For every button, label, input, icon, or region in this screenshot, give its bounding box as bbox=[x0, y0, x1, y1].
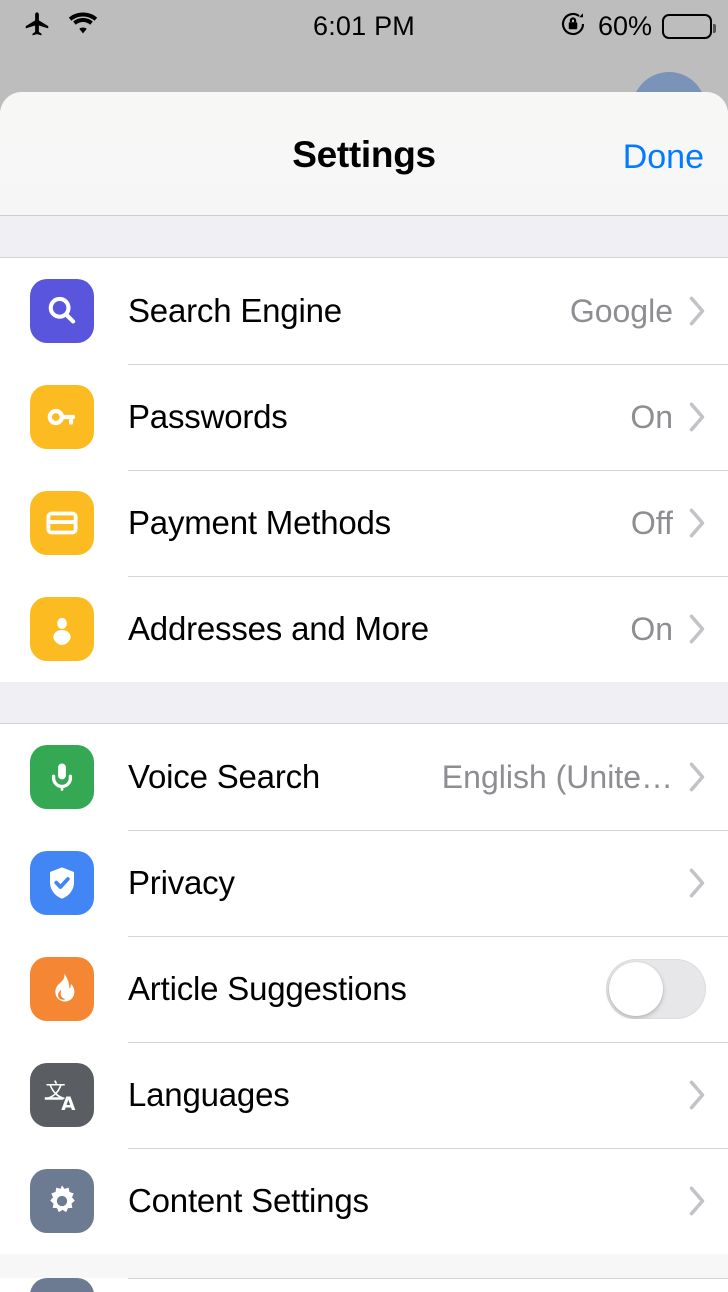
wifi-icon bbox=[66, 11, 100, 42]
status-bar-right: 60% bbox=[558, 9, 716, 44]
list-item-accessory: On bbox=[630, 399, 706, 436]
credit-card-icon bbox=[30, 491, 94, 555]
chevron-right-icon bbox=[689, 296, 706, 326]
key-icon bbox=[30, 385, 94, 449]
list-item-label: Content Settings bbox=[128, 1182, 369, 1219]
settings-sheet: Settings Done Search Engine Google Passwor… bbox=[0, 92, 728, 1292]
list-item-label: Privacy bbox=[128, 864, 235, 901]
list-item-accessory: On bbox=[630, 611, 706, 648]
settings-group: Search Engine Google Passwords On Payment Me… bbox=[0, 258, 728, 682]
person-pin-icon bbox=[30, 597, 94, 661]
list-item[interactable]: Voice Search English (Unite… bbox=[0, 724, 728, 830]
list-item-label: Article Suggestions bbox=[128, 970, 407, 1007]
list-item-label: Addresses and More bbox=[128, 610, 429, 647]
list-item-value: On bbox=[630, 398, 673, 435]
battery-percent-label: 60% bbox=[597, 10, 652, 41]
translate-icon: 文A bbox=[30, 1063, 94, 1127]
airplane-mode-icon bbox=[22, 9, 52, 44]
chevron-right-icon bbox=[689, 1080, 706, 1110]
chevron-right-icon bbox=[689, 614, 706, 644]
list-item[interactable]: Payment Methods Off bbox=[0, 470, 728, 576]
next-row-peek[interactable] bbox=[0, 1278, 728, 1292]
shield-check-icon bbox=[30, 851, 94, 915]
microphone-icon bbox=[30, 745, 94, 809]
chevron-right-icon bbox=[689, 1186, 706, 1216]
list-item[interactable]: Content Settings bbox=[0, 1148, 728, 1254]
rotation-lock-icon bbox=[558, 9, 588, 44]
status-bar-left bbox=[22, 9, 100, 44]
list-item[interactable]: Article Suggestions bbox=[0, 936, 728, 1042]
list-item-accessory bbox=[689, 1186, 706, 1216]
list-item-label: Payment Methods bbox=[128, 504, 391, 541]
list-item-label: Search Engine bbox=[128, 292, 342, 329]
list-item-accessory bbox=[689, 868, 706, 898]
list-item[interactable]: Addresses and More On bbox=[0, 576, 728, 682]
list-item[interactable]: Privacy bbox=[0, 830, 728, 936]
settings-group: Voice Search English (Unite… Privacy Articl… bbox=[0, 724, 728, 1254]
list-item-label: Voice Search bbox=[128, 758, 321, 795]
chevron-right-icon bbox=[689, 508, 706, 538]
list-item-accessory: Google bbox=[570, 293, 706, 330]
list-item-accessory bbox=[606, 959, 706, 1019]
list-item[interactable]: Search Engine Google bbox=[0, 258, 728, 364]
list-item-label: Passwords bbox=[128, 398, 288, 435]
done-button[interactable]: Done bbox=[623, 138, 704, 177]
list-item[interactable]: Passwords On bbox=[0, 364, 728, 470]
chevron-right-icon bbox=[689, 868, 706, 898]
list-item[interactable]: 文 A Languages bbox=[0, 1042, 728, 1148]
list-item-value: Off bbox=[630, 504, 673, 541]
svg-text:A: A bbox=[61, 1094, 76, 1115]
partial-icon bbox=[30, 1278, 94, 1292]
list-item-accessory bbox=[689, 1080, 706, 1110]
toggle-knob bbox=[609, 962, 663, 1016]
status-bar: 6:01 PM 60% bbox=[0, 0, 728, 52]
article-suggestions-toggle[interactable] bbox=[606, 959, 706, 1019]
group-separator bbox=[0, 216, 728, 258]
group-separator bbox=[0, 682, 728, 724]
settings-list: Search Engine Google Passwords On Payment Me… bbox=[0, 216, 728, 1254]
list-item-accessory: English (Unite… bbox=[442, 759, 706, 796]
chevron-right-icon bbox=[689, 762, 706, 792]
page-title: Settings bbox=[292, 134, 436, 175]
list-item-accessory: Off bbox=[631, 505, 706, 542]
list-item-value: On bbox=[630, 610, 673, 647]
list-item-label: Languages bbox=[128, 1076, 290, 1113]
flame-icon bbox=[30, 957, 94, 1021]
list-item-value: Google bbox=[569, 292, 673, 329]
battery-icon bbox=[662, 13, 716, 39]
list-item-value: English (Unite… bbox=[441, 758, 673, 795]
search-icon bbox=[30, 279, 94, 343]
gear-icon bbox=[30, 1169, 94, 1233]
navigation-bar: Settings Done bbox=[0, 92, 728, 216]
chevron-right-icon bbox=[689, 402, 706, 432]
